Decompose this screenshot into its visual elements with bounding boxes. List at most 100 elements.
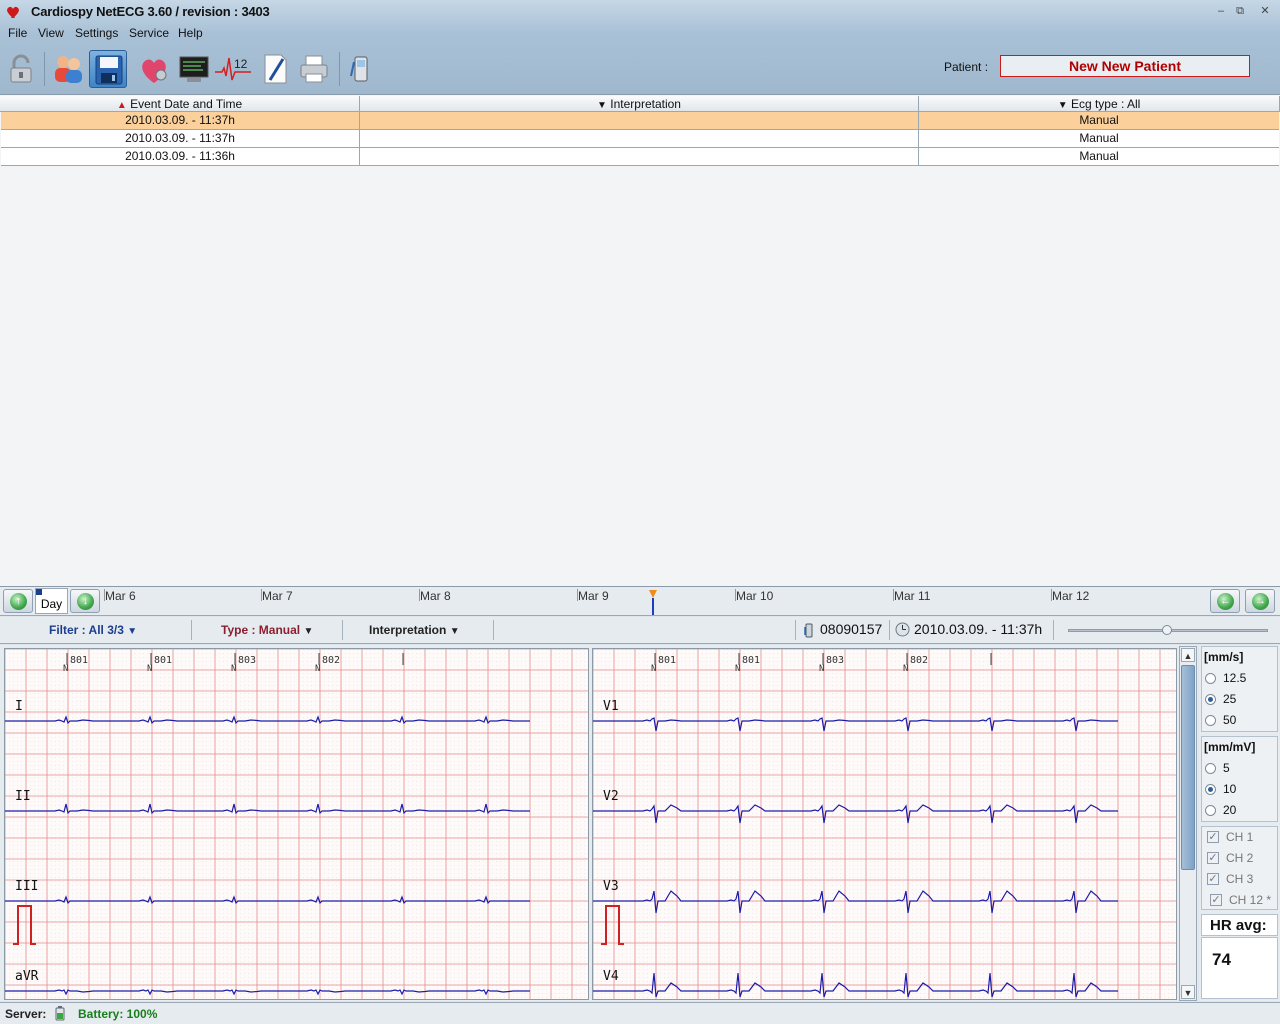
save-button[interactable] — [89, 50, 127, 88]
clock-icon — [895, 622, 910, 637]
ecg-panel-chest-leads[interactable]: 801 N 801 N 803 N 802 N V1 V2 V3 V4 — [592, 648, 1177, 1000]
speed-option-12-5[interactable]: 12.5 — [1205, 671, 1275, 687]
filter-label: Filter : All 3/3 — [49, 623, 124, 637]
lead-label: V2 — [603, 789, 619, 804]
speed-title: [mm/s] — [1204, 650, 1244, 664]
cell-ecg-type: Manual — [1079, 113, 1119, 127]
sort-asc-icon: ▲ — [116, 100, 127, 111]
beat-type-label: N — [819, 664, 824, 674]
timeline-date-label: Mar 9 — [578, 589, 609, 603]
gain-option-20[interactable]: 20 — [1205, 803, 1275, 819]
zoom-out-button[interactable]: ↑ — [3, 589, 33, 613]
column-label: Interpretation — [610, 97, 681, 111]
ecg-vertical-scrollbar[interactable]: ▲ ▼ — [1179, 646, 1197, 1001]
patients-button[interactable] — [49, 50, 87, 88]
beat-type-label: N — [735, 664, 740, 674]
menu-service[interactable]: Service — [129, 26, 169, 40]
previous-event-button[interactable]: ← — [1210, 589, 1240, 613]
lead-label: I — [15, 699, 23, 714]
cell-interpretation — [360, 130, 919, 147]
monitor-button[interactable] — [175, 50, 213, 88]
menu-file[interactable]: File — [8, 26, 27, 40]
ecg-12-lead-icon: 12 — [215, 57, 251, 81]
mobile-device-button[interactable] — [342, 50, 380, 88]
zoom-level-label: Day — [40, 597, 63, 611]
cell-datetime: 2010.03.09. - 11:37h — [1, 112, 360, 129]
beat-annotation-label: 802 — [322, 655, 340, 666]
edit-document-button[interactable] — [256, 50, 294, 88]
zoom-in-button[interactable]: ↓ — [70, 589, 100, 613]
filter-dropdown[interactable]: Filter : All 3/3 ▼ — [49, 623, 137, 637]
ecg-12-lead-text: 12 — [234, 57, 248, 71]
column-interpretation[interactable]: ▼ Interpretation — [360, 96, 919, 112]
channel-1-checkbox[interactable]: ✓ CH 1 — [1207, 830, 1279, 846]
trace-zoom-slider-handle[interactable] — [1162, 625, 1172, 635]
timeline-bar: ↑ Day ↓ Mar 6 Mar 7 Mar 8 Mar 9 Mar 10 Mar 11… — [0, 587, 1280, 616]
speed-group: [mm/s] 12.5 25 50 — [1201, 646, 1278, 732]
table-row[interactable]: 2010.03.09. - 11:37h Manual — [1, 130, 1279, 148]
speed-option-25[interactable]: 25 — [1205, 692, 1275, 708]
window-title: Cardiospy NetECG 3.60 / revision : 3403 — [31, 4, 270, 19]
beat-annotation-label: 802 — [910, 655, 928, 666]
gain-option-10[interactable]: 10 — [1205, 782, 1275, 798]
filter-bar: Filter : All 3/3 ▼ Type : Manual ▼ Inter… — [0, 617, 1280, 644]
minimize-button[interactable]: – — [1214, 4, 1228, 18]
battery-status: Battery: 100% — [78, 1007, 158, 1021]
current-event-marker[interactable] — [648, 589, 658, 615]
ecg-grid: 801N801N803N802N — [5, 649, 588, 999]
ecg-12-lead-button[interactable]: 12 — [214, 50, 252, 88]
chevron-down-icon: ▼ — [449, 626, 460, 637]
beat-type-label: N — [63, 664, 68, 674]
channel-3-checkbox[interactable]: ✓ CH 3 — [1207, 872, 1279, 888]
edit-document-icon — [264, 54, 287, 84]
cell-interpretation — [360, 112, 919, 129]
menu-settings[interactable]: Settings — [75, 26, 118, 40]
channel-2-checkbox[interactable]: ✓ CH 2 — [1207, 851, 1279, 867]
next-event-button[interactable]: → — [1245, 589, 1275, 613]
patients-icon — [55, 56, 82, 83]
timeline-date-label: Mar 10 — [736, 589, 774, 603]
beat-annotation-label: 801 — [154, 655, 172, 666]
restore-button[interactable]: ⧉ — [1233, 4, 1247, 18]
beat-annotation-label: 801 — [742, 655, 760, 666]
print-button[interactable] — [295, 50, 333, 88]
column-label: Event Date and Time — [130, 97, 243, 111]
device-id: 08090157 — [820, 621, 883, 637]
table-row[interactable]: 2010.03.09. - 11:37h Manual — [1, 112, 1279, 130]
ecg-panel-limb-leads[interactable]: 801 N 801 N 803 N 802 N I II III aVR — [4, 648, 589, 1000]
timeline-date-label: Mar 8 — [420, 589, 451, 603]
unlock-button[interactable] — [2, 50, 40, 88]
channel-12-checkbox[interactable]: ✓ CH 12 * — [1210, 893, 1280, 909]
interpretation-dropdown[interactable]: Interpretation ▼ — [369, 623, 460, 637]
beat-type-label: N — [147, 664, 152, 674]
hr-avg-value: 74 — [1212, 950, 1231, 969]
scroll-down-icon[interactable]: ▼ — [1181, 985, 1195, 999]
menu-help[interactable]: Help — [178, 26, 203, 40]
sort-desc-icon: ▼ — [597, 100, 607, 111]
beat-type-label: N — [903, 664, 908, 674]
menu-view[interactable]: View — [38, 26, 64, 40]
scrollbar-thumb[interactable] — [1181, 665, 1195, 870]
heart-button[interactable] — [135, 50, 173, 88]
zoom-level-tab[interactable]: Day — [35, 588, 68, 614]
cell-datetime: 2010.03.09. - 11:37h — [1, 130, 360, 147]
table-row[interactable]: 2010.03.09. - 11:36h Manual — [1, 148, 1279, 166]
type-dropdown[interactable]: Type : Manual ▼ — [221, 623, 313, 637]
events-table: ▲ Event Date and Time ▼ Interpretation ▼… — [0, 94, 1280, 587]
column-ecg-type[interactable]: ▼ Ecg type : All — [919, 96, 1280, 112]
column-event-datetime[interactable]: ▲ Event Date and Time — [0, 96, 360, 112]
scroll-up-icon[interactable]: ▲ — [1181, 648, 1195, 662]
close-button[interactable]: ✕ — [1258, 4, 1272, 18]
cell-interpretation — [360, 148, 919, 165]
lead-label: V4 — [603, 969, 619, 984]
cell-datetime: 2010.03.09. - 11:36h — [1, 148, 360, 165]
recording-datetime: 2010.03.09. - 11:37h — [914, 621, 1043, 637]
timeline-date-label: Mar 6 — [105, 589, 136, 603]
beat-annotation-label: 803 — [826, 655, 844, 666]
speed-option-50[interactable]: 50 — [1205, 713, 1275, 729]
patient-name-field[interactable]: New New Patient — [1000, 55, 1250, 77]
monitor-icon — [179, 56, 209, 82]
ecg-view: 801 N 801 N 803 N 802 N I II III aVR 801 N 801 N 803 N 80… — [0, 645, 1198, 1001]
beat-type-label: N — [651, 664, 656, 674]
gain-option-5[interactable]: 5 — [1205, 761, 1275, 777]
